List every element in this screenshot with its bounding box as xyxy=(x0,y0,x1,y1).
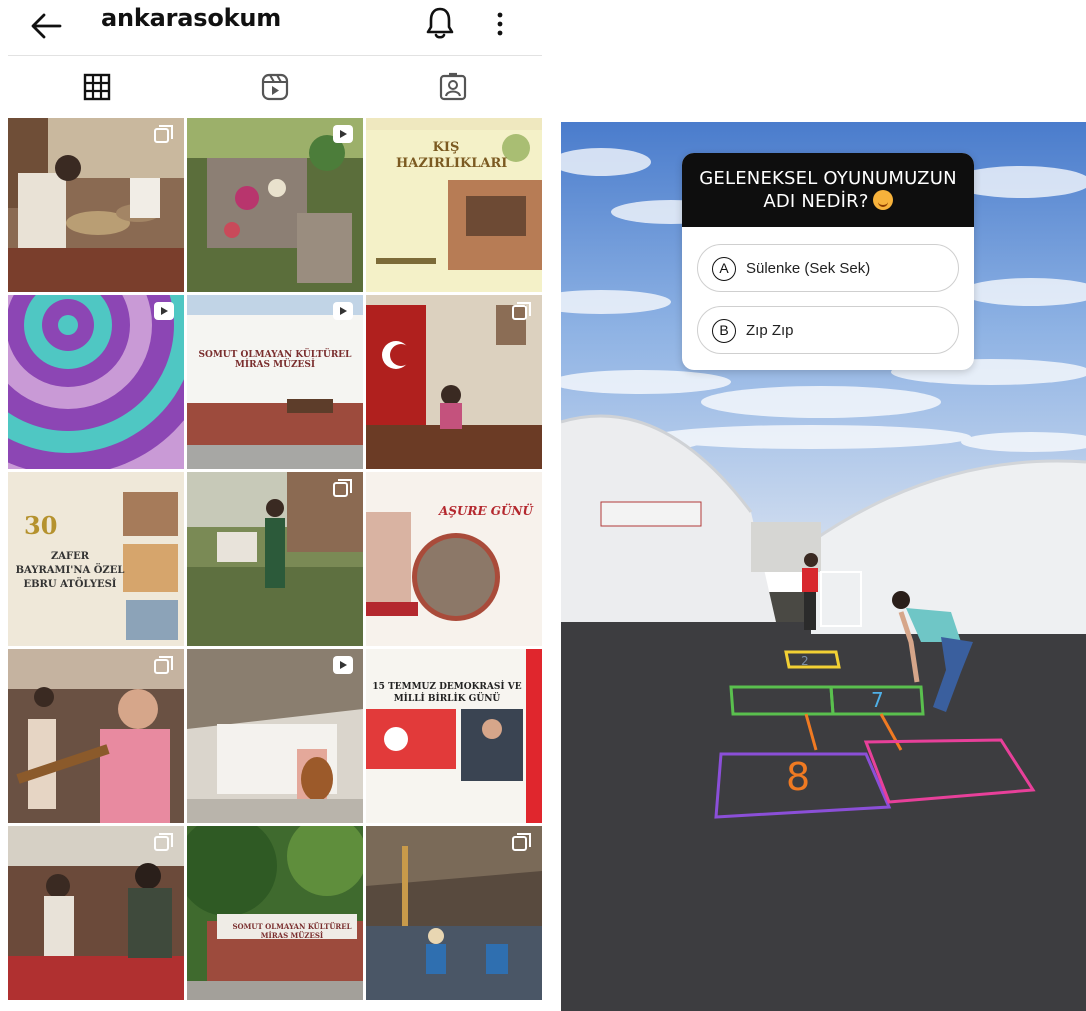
post-image xyxy=(187,472,363,646)
quiz-option-b[interactable]: B Zıp Zıp xyxy=(697,306,959,354)
post-image xyxy=(366,295,542,469)
post-tile[interactable]: KIŞ HAZIRLIKLARI xyxy=(366,118,542,292)
post-tile[interactable]: SOMUT OLMAYAN KÜLTÜREL MİRAS MÜZESİ xyxy=(187,826,363,1000)
quiz-question-text: GELENEKSEL OYUNUMUZUN ADI NEDİR? xyxy=(699,168,957,212)
hopscotch-number: 8 xyxy=(786,755,810,799)
post-tile[interactable]: 30 ZAFER BAYRAMI'NA ÖZEL EBRU ATÖLYESİ xyxy=(8,472,184,646)
tab-posts[interactable] xyxy=(8,56,186,116)
post-image xyxy=(187,826,363,1000)
grid-icon xyxy=(83,73,111,101)
tagged-person-icon xyxy=(439,72,467,101)
bell-icon[interactable] xyxy=(424,5,456,41)
hopscotch-number: 2 xyxy=(801,654,809,668)
reels-icon xyxy=(261,73,289,101)
post-image xyxy=(8,649,184,823)
post-tile[interactable] xyxy=(187,118,363,292)
post-tile[interactable] xyxy=(8,826,184,1000)
reel-icon xyxy=(333,656,353,674)
more-vertical-icon[interactable] xyxy=(488,6,512,42)
post-image xyxy=(8,118,184,292)
post-tile[interactable]: 15 TEMMUZ DEMOKRASİ VE MİLLİ BİRLİK GÜNÜ xyxy=(366,649,542,823)
post-image xyxy=(366,649,542,823)
smiling-face-with-hearts-icon xyxy=(872,190,893,210)
carousel-icon xyxy=(154,833,173,851)
quiz-question: GELENEKSEL OYUNUMUZUN ADI NEDİR? xyxy=(682,153,974,227)
reel-icon xyxy=(333,125,353,143)
post-tile[interactable] xyxy=(366,295,542,469)
arrow-left-icon[interactable] xyxy=(26,6,66,46)
hopscotch-number: 7 xyxy=(871,688,884,712)
post-tile[interactable] xyxy=(366,826,542,1000)
post-image xyxy=(366,472,542,646)
post-image xyxy=(8,295,184,469)
tab-tagged[interactable] xyxy=(364,56,542,116)
option-letter: B xyxy=(712,319,736,343)
post-image xyxy=(8,826,184,1000)
story-panel: 8 7 2 GELENEKSEL OYUNUMUZUN ADI NEDİR? A… xyxy=(561,122,1086,1011)
post-image xyxy=(366,826,542,1000)
reel-icon xyxy=(333,302,353,320)
post-overlay-text: AŞURE GÜNÜ xyxy=(439,504,533,518)
post-tile[interactable] xyxy=(8,118,184,292)
post-image xyxy=(187,295,363,469)
option-letter: A xyxy=(712,257,736,281)
post-tile[interactable] xyxy=(8,649,184,823)
carousel-icon xyxy=(512,302,531,320)
quiz-sticker: GELENEKSEL OYUNUMUZUN ADI NEDİR? A Sülen… xyxy=(682,153,974,370)
option-text: Zıp Zıp xyxy=(746,322,794,339)
quiz-option-a[interactable]: A Sülenke (Sek Sek) xyxy=(697,244,959,292)
post-tile[interactable]: AŞURE GÜNÜ xyxy=(366,472,542,646)
post-overlay-text: ZAFER BAYRAMI'NA ÖZEL EBRU ATÖLYESİ xyxy=(15,551,125,590)
post-overlay-text: KIŞ HAZIRLIKLARI xyxy=(396,140,508,171)
post-image xyxy=(187,649,363,823)
post-tile[interactable] xyxy=(187,472,363,646)
post-overlay-text: 15 TEMMUZ DEMOKRASİ VE MİLLİ BİRLİK GÜNÜ xyxy=(372,682,522,704)
carousel-icon xyxy=(333,479,352,497)
post-image xyxy=(187,118,363,292)
profile-header: ankarasokum xyxy=(0,0,550,52)
post-overlay-text: SOMUT OLMAYAN KÜLTÜREL MİRAS MÜZESİ xyxy=(232,922,352,940)
profile-username: ankarasokum xyxy=(101,4,282,32)
svg-text:30: 30 xyxy=(24,511,57,540)
profile-tabs xyxy=(8,55,542,115)
profile-panel: ankarasokum KIŞ HAZIRLIKLARI SOMUT OLMAY… xyxy=(0,0,550,1011)
post-overlay-text: SOMUT OLMAYAN KÜLTÜREL MİRAS MÜZESİ xyxy=(198,350,352,370)
carousel-icon xyxy=(154,125,173,143)
tab-reels[interactable] xyxy=(186,56,364,116)
option-text: Sülenke (Sek Sek) xyxy=(746,260,871,277)
post-tile[interactable]: SOMUT OLMAYAN KÜLTÜREL MİRAS MÜZESİ xyxy=(187,295,363,469)
reel-icon xyxy=(154,302,174,320)
carousel-icon xyxy=(154,656,173,674)
carousel-icon xyxy=(512,833,531,851)
post-tile[interactable] xyxy=(187,649,363,823)
post-tile[interactable] xyxy=(8,295,184,469)
